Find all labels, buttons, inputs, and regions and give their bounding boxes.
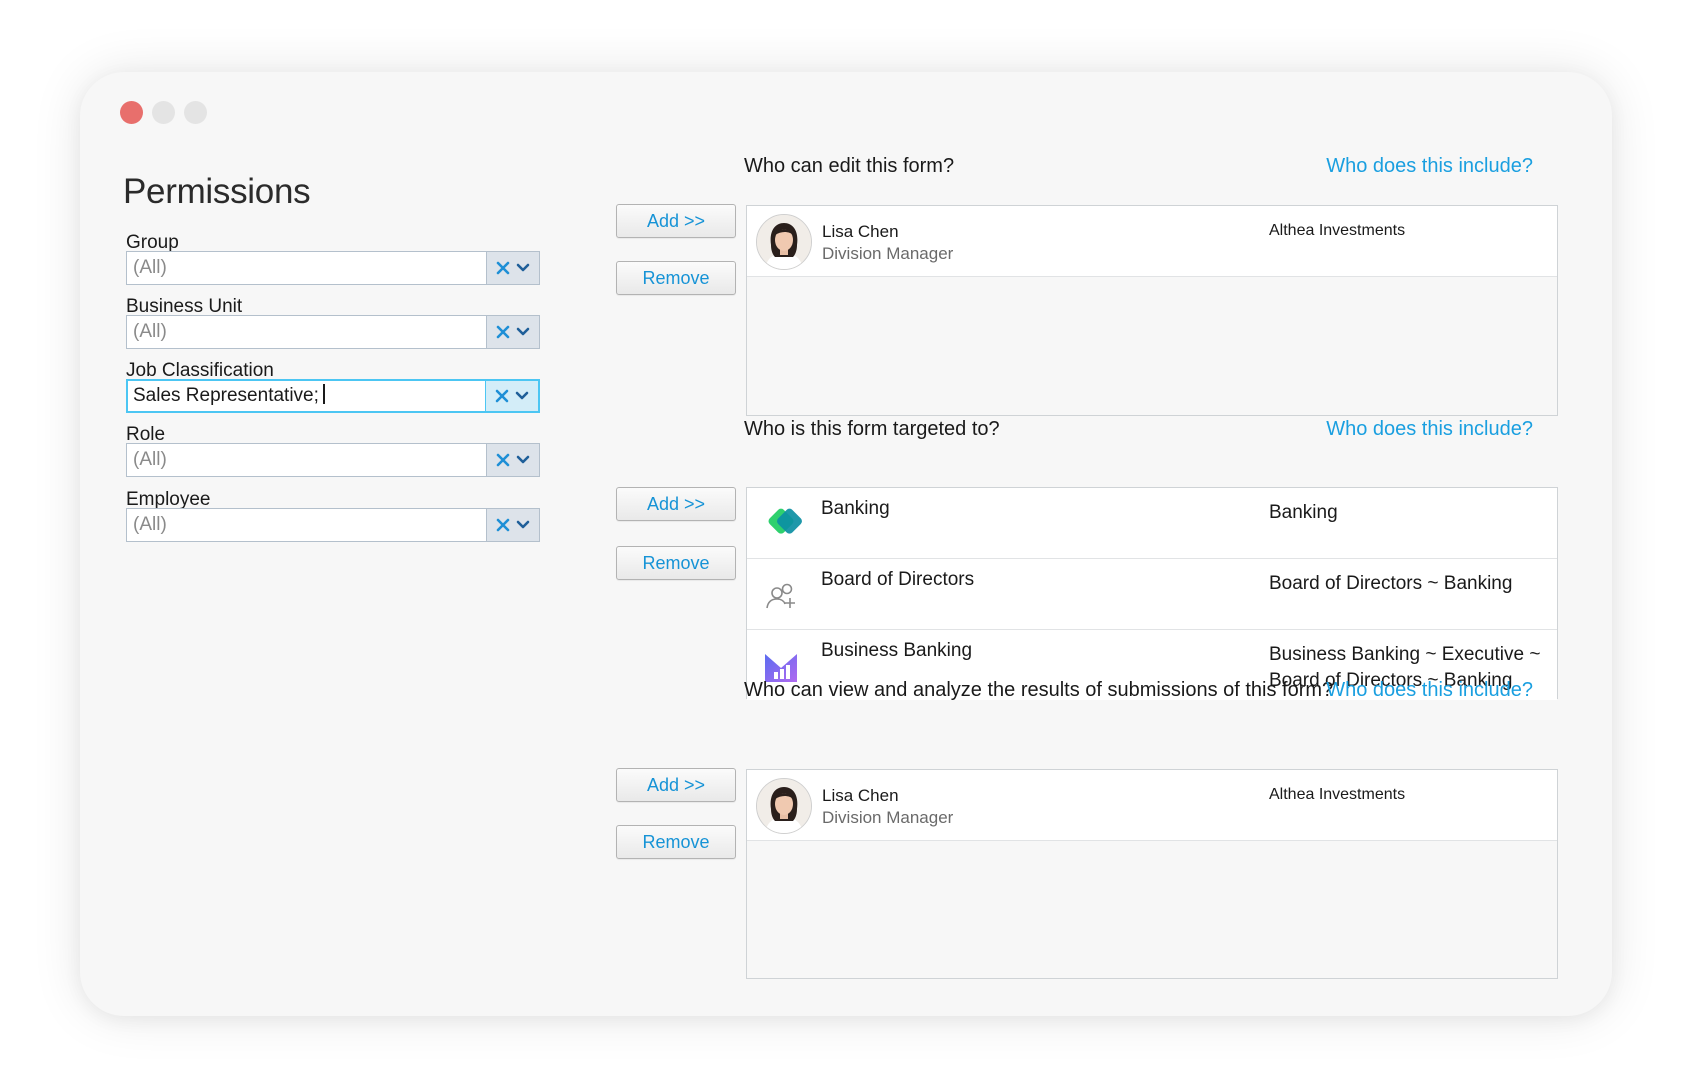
clear-icon[interactable] — [496, 325, 510, 339]
person-title: Division Manager — [822, 244, 954, 263]
edit-remove-button[interactable]: Remove — [616, 261, 736, 295]
group-description-line: Banking — [1269, 502, 1338, 523]
job-classification-input[interactable]: Sales Representative; — [133, 381, 484, 411]
clear-icon[interactable] — [496, 518, 510, 532]
person-title: Division Manager — [822, 808, 954, 827]
role-input[interactable]: (All) — [133, 444, 485, 476]
target-list: Banking Banking Board of Directors Board… — [746, 487, 1558, 700]
window-close-button[interactable] — [120, 101, 143, 124]
page-title: Permissions — [123, 172, 311, 211]
group-description: Board of Directors ~ Banking — [1269, 571, 1549, 597]
list-item[interactable]: Banking Banking — [747, 488, 1557, 559]
list-item[interactable]: Lisa Chen Division Manager Althea Invest… — [747, 770, 1557, 841]
avatar — [756, 778, 812, 834]
target-section-title: Who is this form targeted to? — [744, 418, 1000, 440]
chevron-down-icon[interactable] — [515, 391, 529, 401]
group-description-line: Business Banking ~ Executive ~ — [1269, 644, 1541, 665]
group-name: Business Banking — [821, 640, 973, 661]
group-description: Banking — [1269, 500, 1549, 526]
view-remove-button[interactable]: Remove — [616, 825, 736, 859]
list-item[interactable]: Lisa Chen Division Manager Althea Invest… — [747, 206, 1557, 277]
edit-list: Lisa Chen Division Manager Althea Invest… — [746, 205, 1558, 416]
employee-input[interactable]: (All) — [133, 509, 485, 541]
clear-icon[interactable] — [496, 453, 510, 467]
chevron-down-icon[interactable] — [516, 327, 530, 337]
group-input[interactable]: (All) — [133, 252, 485, 284]
text-caret — [322, 384, 325, 405]
job-classification-combo-buttons — [485, 381, 538, 411]
chevron-down-icon[interactable] — [516, 455, 530, 465]
job-classification-value: Sales Representative; — [133, 385, 319, 406]
target-who-includes-link[interactable]: Who does this include? — [1326, 418, 1533, 441]
edit-who-includes-link[interactable]: Who does this include? — [1326, 155, 1533, 178]
role-combo-buttons — [486, 444, 539, 476]
list-item[interactable]: Board of Directors Board of Directors ~ … — [747, 559, 1557, 630]
business-unit-input[interactable]: (All) — [133, 316, 485, 348]
add-user-group-icon — [766, 583, 795, 609]
view-who-includes-link[interactable]: Who does this include? — [1326, 679, 1533, 702]
group-name: Banking — [821, 498, 890, 519]
group-description-line: Board of Directors ~ Banking — [1269, 573, 1513, 594]
employee-combo-buttons — [486, 509, 539, 541]
window-maximize-button[interactable] — [184, 101, 207, 124]
target-remove-button[interactable]: Remove — [616, 546, 736, 580]
clear-icon[interactable] — [495, 389, 509, 403]
role-combo[interactable]: (All) — [126, 443, 540, 477]
chevron-down-icon[interactable] — [516, 263, 530, 273]
person-name: Lisa Chen — [822, 786, 899, 805]
window-minimize-button[interactable] — [152, 101, 175, 124]
view-add-button[interactable]: Add >> — [616, 768, 736, 802]
target-add-button[interactable]: Add >> — [616, 487, 736, 521]
banking-logo-icon — [768, 508, 802, 534]
group-combo[interactable]: (All) — [126, 251, 540, 285]
person-org: Althea Investments — [1269, 786, 1406, 803]
business-unit-combo[interactable]: (All) — [126, 315, 540, 349]
person-org: Althea Investments — [1269, 222, 1406, 239]
edit-add-button[interactable]: Add >> — [616, 204, 736, 238]
app-window: Permissions Group (All) Business Unit (A… — [80, 72, 1612, 1016]
clear-icon[interactable] — [496, 261, 510, 275]
edit-section-title: Who can edit this form? — [744, 155, 955, 177]
group-name: Board of Directors — [821, 569, 975, 590]
business-unit-combo-buttons — [486, 316, 539, 348]
view-section-title: Who can view and analyze the results of … — [744, 679, 1334, 701]
employee-combo[interactable]: (All) — [126, 508, 540, 542]
avatar — [756, 214, 812, 270]
job-classification-combo[interactable]: Sales Representative; — [126, 379, 540, 413]
group-combo-buttons — [486, 252, 539, 284]
view-list: Lisa Chen Division Manager Althea Invest… — [746, 769, 1558, 979]
chevron-down-icon[interactable] — [516, 520, 530, 530]
person-name: Lisa Chen — [822, 222, 899, 241]
